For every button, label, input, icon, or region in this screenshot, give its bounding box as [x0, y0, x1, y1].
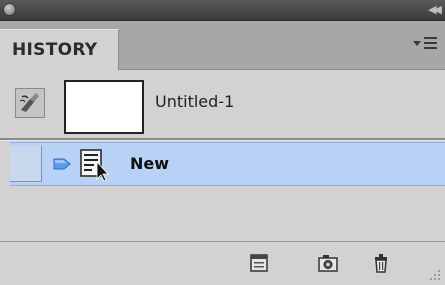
history-list-empty-area: [0, 186, 445, 241]
history-state-row[interactable]: New: [10, 142, 445, 186]
tab-label: HISTORY: [12, 40, 98, 60]
panel-menu-icon[interactable]: [411, 33, 439, 53]
bottom-toolbar: [0, 241, 445, 285]
snapshot-name[interactable]: Untitled-1: [155, 92, 234, 111]
divider-highlight: [0, 140, 445, 141]
snapshot-thumbnail[interactable]: [64, 80, 144, 134]
history-brush-source-icon[interactable]: [15, 88, 45, 118]
state-source-checkbox[interactable]: [10, 146, 42, 182]
new-snapshot-icon[interactable]: [317, 252, 339, 274]
tab-row: HISTORY: [0, 21, 445, 70]
close-icon[interactable]: [3, 3, 16, 16]
resize-grip-icon[interactable]: [427, 267, 441, 281]
collapse-icon[interactable]: ◀◀: [428, 3, 442, 16]
tab-history[interactable]: HISTORY: [0, 29, 119, 70]
snapshot-row[interactable]: Untitled-1: [0, 70, 445, 138]
panel-title-bar: ◀◀: [0, 0, 445, 21]
history-state-name[interactable]: New: [130, 154, 169, 173]
delete-state-icon[interactable]: [370, 252, 392, 274]
new-document-state-icon: [80, 149, 109, 182]
new-document-from-state-icon[interactable]: [248, 252, 270, 274]
history-state-slider-icon[interactable]: [52, 155, 72, 173]
